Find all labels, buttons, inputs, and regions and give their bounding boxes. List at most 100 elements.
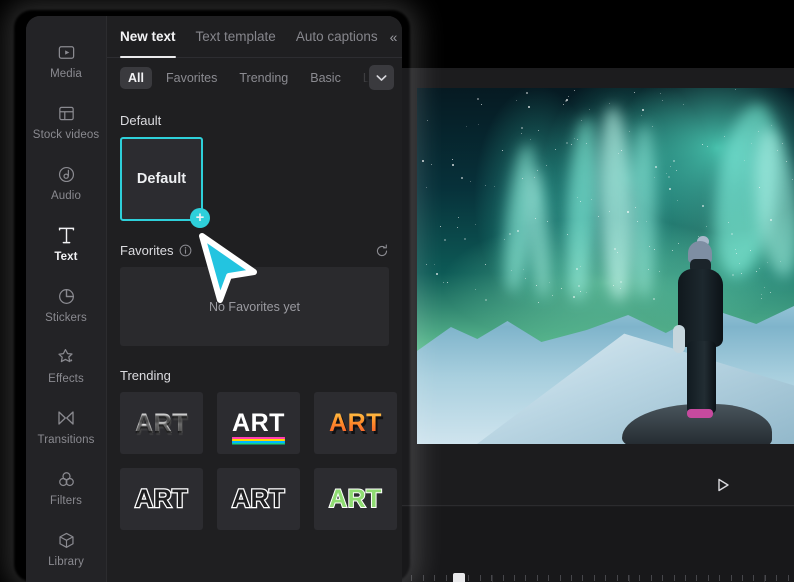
section-title-trending: Trending (120, 368, 389, 383)
section-title-default: Default (120, 113, 389, 128)
tab-bar: New text Text template Auto captions « (107, 16, 402, 58)
ruler-tick (662, 575, 664, 581)
ruler-tick (559, 575, 561, 581)
tab-new-text[interactable]: New text (120, 16, 176, 58)
default-text-card[interactable]: Default + (120, 137, 210, 228)
ruler-tick (479, 575, 481, 581)
refresh-icon[interactable] (375, 244, 389, 258)
favorites-empty-state: No Favorites yet (120, 267, 389, 346)
ruler-tick (582, 575, 584, 581)
panel-scroll-area[interactable]: Default Default + Favorites No Favorites… (107, 99, 402, 582)
ruler-tick-major (492, 575, 493, 582)
section-title-favorites: Favorites (120, 243, 389, 258)
section-label: Default (120, 113, 162, 128)
chip-label: Basic (310, 71, 341, 85)
ruler-tick (730, 575, 732, 581)
ruler-tick (468, 575, 470, 581)
sidebar-item-transitions[interactable]: Transitions (26, 396, 106, 457)
sidebar-label: Transitions (37, 434, 95, 446)
ruler-tick (707, 575, 709, 581)
sidebar-item-filters[interactable]: Filters (26, 457, 106, 518)
library-icon (55, 529, 77, 551)
ruler-tick (776, 575, 778, 581)
stock-videos-icon (55, 102, 77, 124)
text-panel: Media Stock videos Audio Text Stickers E… (26, 16, 402, 582)
sidebar-item-text[interactable]: Text (26, 213, 106, 274)
trending-item[interactable]: ART (314, 468, 397, 530)
chip-basic[interactable]: Basic (302, 67, 349, 89)
ruler-tick (434, 575, 436, 581)
section-label: Favorites (120, 243, 174, 258)
ruler-tick (548, 575, 550, 581)
trending-item[interactable]: ART (217, 468, 300, 530)
default-card-label: Default (136, 171, 187, 187)
trending-item[interactable]: ART (217, 392, 300, 454)
play-icon[interactable] (713, 475, 733, 495)
ruler-tick (502, 575, 504, 581)
sidebar-label: Audio (51, 190, 81, 202)
ruler-tick (685, 575, 686, 581)
ruler-tick (422, 575, 424, 581)
filters-icon (55, 468, 77, 490)
tab-label: Auto captions (295, 28, 378, 44)
ruler-tick (787, 575, 789, 581)
chip-label: All (128, 71, 144, 85)
trending-item[interactable]: ART (314, 392, 397, 454)
effects-icon (55, 346, 77, 368)
section-label: Trending (120, 368, 171, 383)
ruler-tick (445, 575, 447, 581)
tab-text-template[interactable]: Text template (196, 16, 276, 58)
filter-chip-bar: All Favorites Trending Basic Lu (107, 58, 402, 98)
sidebar-item-media[interactable]: Media (26, 30, 106, 91)
trending-item[interactable]: ART (120, 392, 203, 454)
ruler-tick-major (629, 575, 630, 582)
tab-label: Text template (195, 28, 276, 44)
ruler-tick (525, 575, 527, 581)
chip-trending[interactable]: Trending (231, 67, 296, 89)
chip-label: Trending (239, 71, 289, 85)
sidebar-item-stickers[interactable]: Stickers (26, 274, 106, 335)
ruler-tick (411, 575, 413, 581)
art-preview-label: ART (329, 408, 382, 437)
ruler-tick (673, 575, 675, 581)
panel-content: New text Text template Auto captions « A… (107, 16, 402, 582)
sidebar-item-stock-videos[interactable]: Stock videos (26, 91, 106, 152)
art-preview-label: ART (328, 484, 382, 514)
chevrons-left-icon[interactable]: « (390, 29, 398, 45)
sidebar-item-effects[interactable]: Effects (26, 335, 106, 396)
ruler-tick (650, 575, 652, 581)
ruler-tick (593, 575, 595, 581)
favorites-empty-label: No Favorites yet (208, 299, 300, 314)
sidebar-label: Media (50, 68, 82, 80)
trending-item[interactable]: ART (120, 468, 203, 530)
tab-label: New text (120, 28, 176, 44)
person-figure (673, 236, 729, 418)
art-preview-label: ART (232, 408, 285, 437)
ruler-tick (605, 575, 607, 581)
ruler-tick (514, 575, 515, 581)
sidebar-item-audio[interactable]: Audio (26, 152, 106, 213)
video-preview[interactable] (417, 88, 794, 444)
transport-bar (395, 464, 794, 506)
stickers-icon (55, 285, 77, 307)
trending-grid: ART ART ART ART ART ART (120, 392, 397, 530)
art-preview-label: ART (135, 408, 188, 437)
timeline[interactable]: 00:0300:0600:09 oman, Camera, Retro, Loo… (395, 507, 794, 582)
chip-all[interactable]: All (120, 67, 152, 89)
chevron-down-icon[interactable] (369, 65, 394, 90)
chip-favorites[interactable]: Favorites (158, 67, 225, 89)
ruler-tick (719, 575, 721, 581)
ruler-tick (639, 575, 641, 581)
plus-badge-icon[interactable]: + (190, 208, 210, 228)
playhead-handle[interactable] (453, 573, 465, 582)
ruler-tick (616, 575, 618, 581)
ruler-tick (536, 575, 538, 581)
ruler-tick (753, 575, 755, 581)
tab-auto-captions[interactable]: Auto captions (296, 16, 378, 58)
left-sidebar: Media Stock videos Audio Text Stickers E… (26, 16, 107, 582)
sidebar-item-library[interactable]: Library (26, 518, 106, 579)
sidebar-label: Filters (49, 495, 82, 507)
sidebar-label: Stickers (45, 312, 87, 324)
info-icon[interactable] (179, 244, 192, 257)
sidebar-label: Effects (48, 373, 84, 385)
